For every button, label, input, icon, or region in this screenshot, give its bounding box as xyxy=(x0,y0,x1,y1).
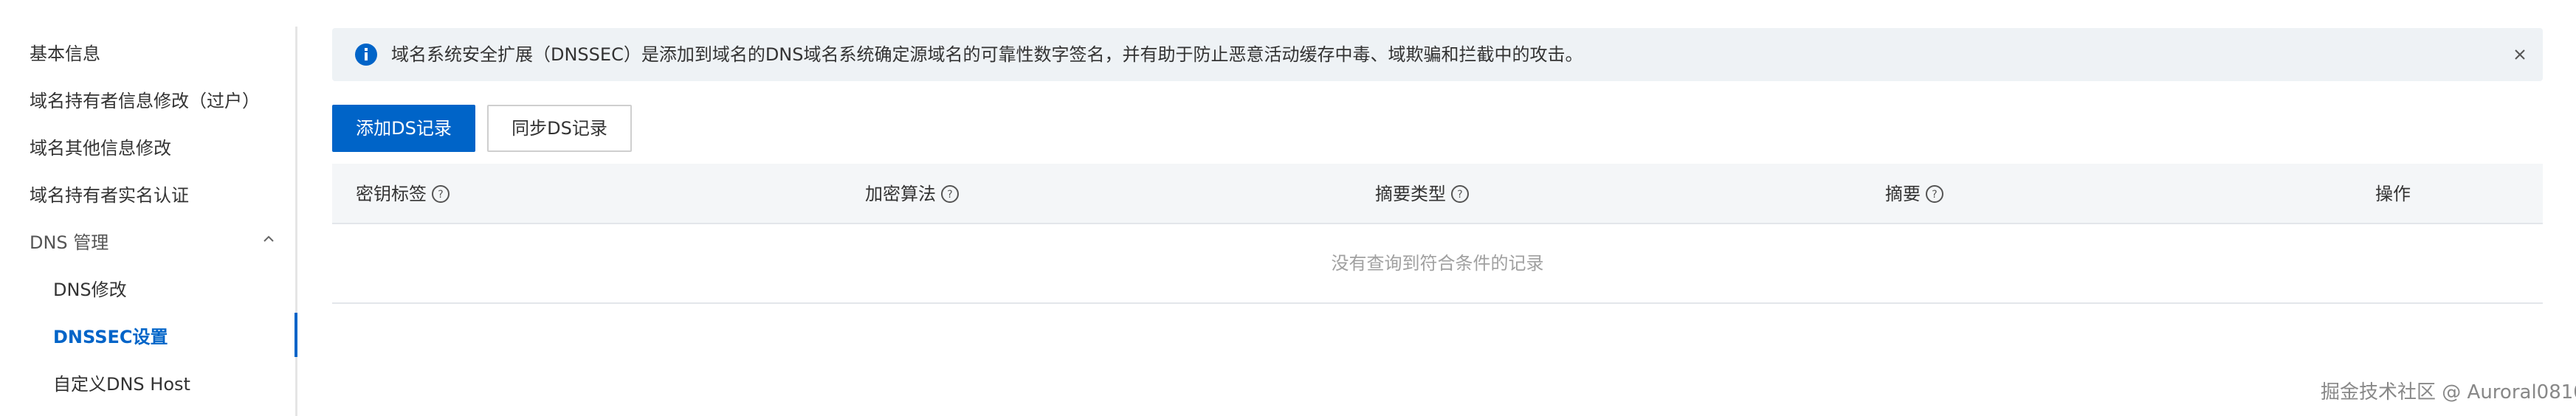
sidebar-item-realname-verify[interactable]: 域名持有者实名认证 xyxy=(30,184,189,207)
info-alert: 域名系统安全扩展（DNSSEC）是添加到域名的DNS域名系统确定源域名的可靠性数… xyxy=(332,28,2543,81)
help-icon[interactable]: ? xyxy=(1450,184,1470,204)
close-icon[interactable] xyxy=(2513,47,2527,62)
column-header-digest: 摘要 ? xyxy=(1885,183,1944,205)
ds-record-table: 密钥标签 ? 加密算法 ? 摘要类型 ? 摘要 ? 操作 没有查询到符合条件的记… xyxy=(332,164,2543,304)
table-empty-row: 没有查询到符合条件的记录 xyxy=(332,226,2543,304)
sidebar-item-dns-modify[interactable]: DNS修改 xyxy=(53,279,127,301)
help-icon[interactable]: ? xyxy=(940,184,960,204)
sidebar-item-custom-dns-host[interactable]: 自定义DNS Host xyxy=(53,373,190,395)
page: 基本信息 域名持有者信息修改（过户） 域名其他信息修改 域名持有者实名认证 DN… xyxy=(0,0,2576,416)
sidebar: 基本信息 域名持有者信息修改（过户） 域名其他信息修改 域名持有者实名认证 DN… xyxy=(0,0,298,416)
svg-text:?: ? xyxy=(947,189,952,201)
svg-text:?: ? xyxy=(1457,189,1462,201)
sidebar-item-other-info[interactable]: 域名其他信息修改 xyxy=(30,137,171,159)
sync-ds-record-button[interactable]: 同步DS记录 xyxy=(487,105,632,152)
active-indicator xyxy=(295,313,297,357)
chevron-up-icon[interactable] xyxy=(263,233,275,245)
alert-text: 域名系统安全扩展（DNSSEC）是添加到域名的DNS域名系统确定源域名的可靠性数… xyxy=(391,44,1583,65)
sidebar-group-dns-management[interactable]: DNS 管理 xyxy=(30,232,109,254)
svg-text:?: ? xyxy=(438,189,443,201)
help-icon[interactable]: ? xyxy=(1925,184,1944,204)
info-icon xyxy=(355,44,377,66)
sidebar-item-dnssec[interactable]: DNSSEC设置 xyxy=(53,326,168,348)
svg-text:?: ? xyxy=(1932,189,1937,201)
sidebar-item-holder-transfer[interactable]: 域名持有者信息修改（过户） xyxy=(30,90,260,112)
column-header-algorithm: 加密算法 ? xyxy=(865,183,960,205)
add-ds-record-button[interactable]: 添加DS记录 xyxy=(332,105,475,152)
sidebar-divider xyxy=(295,27,297,416)
empty-state-text: 没有查询到符合条件的记录 xyxy=(1331,253,1544,274)
table-header: 密钥标签 ? 加密算法 ? 摘要类型 ? 摘要 ? 操作 xyxy=(332,164,2543,224)
column-header-actions: 操作 xyxy=(2375,184,2411,204)
watermark: 掘金技术社区 @ Auroral0810 xyxy=(2321,381,2576,403)
sidebar-item-basic-info[interactable]: 基本信息 xyxy=(30,43,100,65)
column-header-key-tag: 密钥标签 ? xyxy=(356,183,450,205)
column-header-digest-type: 摘要类型 ? xyxy=(1375,183,1470,205)
help-icon[interactable]: ? xyxy=(431,184,450,204)
